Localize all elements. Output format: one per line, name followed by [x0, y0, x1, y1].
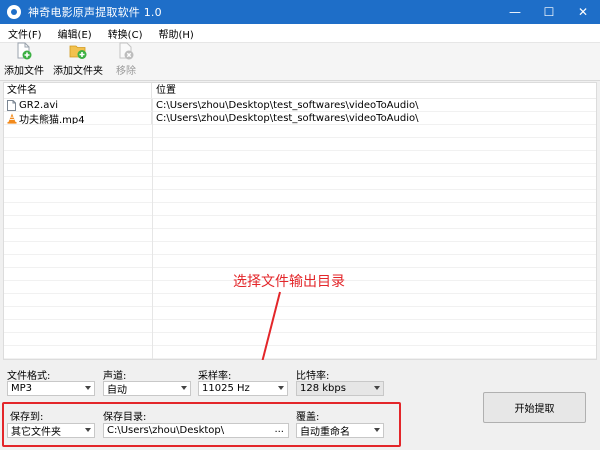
chevron-down-icon: [374, 428, 380, 432]
menu-edit[interactable]: 编辑(E): [50, 26, 100, 41]
table-row[interactable]: 功夫熊猫.mp4 C:\Users\zhou\Desktop\test_soft…: [4, 112, 596, 126]
samplerate-select[interactable]: 11025 Hz: [198, 381, 288, 396]
menu-bar: 文件(F) 编辑(E) 转换(C) 帮助(H): [0, 24, 600, 43]
chevron-down-icon: [181, 386, 187, 390]
column-divider: [152, 99, 153, 359]
annotation-text: 选择文件输出目录: [233, 274, 345, 290]
table-row[interactable]: GR2.avi C:\Users\zhou\Desktop\test_softw…: [4, 99, 596, 112]
bitrate-select[interactable]: 128 kbps: [296, 381, 384, 396]
remove-label: 移除: [116, 66, 136, 77]
chevron-down-icon: [278, 386, 284, 390]
file-name: GR2.avi: [19, 100, 59, 111]
format-value: MP3: [11, 383, 33, 394]
maximize-button[interactable]: ☐: [532, 0, 566, 24]
start-extract-button[interactable]: 开始提取: [483, 392, 586, 423]
add-file-button[interactable]: 添加文件: [0, 42, 48, 81]
title-bar: 神奇电影原声提取软件 1.0 — ☐ ✕: [0, 0, 600, 24]
document-icon: [7, 100, 16, 111]
samplerate-value: 11025 Hz: [202, 383, 250, 394]
add-folder-icon: [69, 42, 87, 60]
menu-convert[interactable]: 转换(C): [100, 26, 151, 41]
minimize-button[interactable]: —: [498, 0, 532, 24]
add-folder-label: 添加文件夹: [53, 66, 103, 77]
file-list[interactable]: 文件名 位置 GR2.avi C:\Users\zhou\Desktop\tes…: [3, 82, 597, 360]
add-file-label: 添加文件: [4, 66, 44, 77]
overwrite-select[interactable]: 自动重命名: [296, 423, 384, 438]
menu-help[interactable]: 帮助(H): [150, 26, 201, 41]
chevron-down-icon: [85, 386, 91, 390]
menu-file[interactable]: 文件(F): [0, 26, 50, 41]
channel-label: 声道:: [103, 371, 127, 382]
bitrate-value: 128 kbps: [300, 383, 346, 394]
add-folder-button[interactable]: 添加文件夹: [48, 43, 108, 81]
file-path: C:\Users\zhou\Desktop\test_softwares\vid…: [156, 113, 419, 124]
overwrite-value: 自动重命名: [300, 427, 350, 438]
chevron-down-icon: [85, 428, 91, 432]
savedir-value: C:\Users\zhou\Desktop\: [107, 425, 225, 436]
browse-button[interactable]: ...: [274, 424, 284, 435]
chevron-down-icon: [374, 386, 380, 390]
format-label: 文件格式:: [7, 371, 51, 382]
add-file-icon: [15, 42, 33, 60]
window-title: 神奇电影原声提取软件 1.0: [28, 6, 162, 19]
app-icon: [7, 5, 21, 19]
file-name-cell: 功夫熊猫.mp4: [4, 112, 152, 126]
close-button[interactable]: ✕: [566, 0, 600, 24]
row-grid: [4, 99, 596, 359]
column-header-name[interactable]: 文件名: [4, 83, 152, 98]
saveto-value: 其它文件夹: [11, 427, 61, 438]
window-controls: — ☐ ✕: [498, 0, 600, 24]
remove-icon: [117, 42, 135, 60]
column-header-path[interactable]: 位置: [152, 83, 596, 98]
file-list-header: 文件名 位置: [4, 83, 596, 99]
channel-value: 自动: [107, 385, 127, 396]
overwrite-label: 覆盖:: [296, 412, 320, 423]
remove-button[interactable]: 移除: [108, 42, 144, 81]
channel-select[interactable]: 自动: [103, 381, 191, 396]
savedir-label: 保存目录:: [103, 412, 147, 423]
toolbar: 添加文件 添加文件夹 移除: [0, 42, 600, 81]
vlc-cone-icon: [7, 113, 17, 124]
file-path: C:\Users\zhou\Desktop\test_softwares\vid…: [156, 100, 419, 111]
file-name: 功夫熊猫.mp4: [19, 115, 85, 126]
samplerate-label: 采样率:: [198, 371, 232, 382]
savedir-input[interactable]: C:\Users\zhou\Desktop\ ...: [103, 423, 289, 438]
saveto-select[interactable]: 其它文件夹: [7, 423, 95, 438]
format-select[interactable]: MP3: [7, 381, 95, 396]
saveto-label: 保存到:: [10, 412, 44, 423]
bitrate-label: 比特率:: [296, 371, 330, 382]
